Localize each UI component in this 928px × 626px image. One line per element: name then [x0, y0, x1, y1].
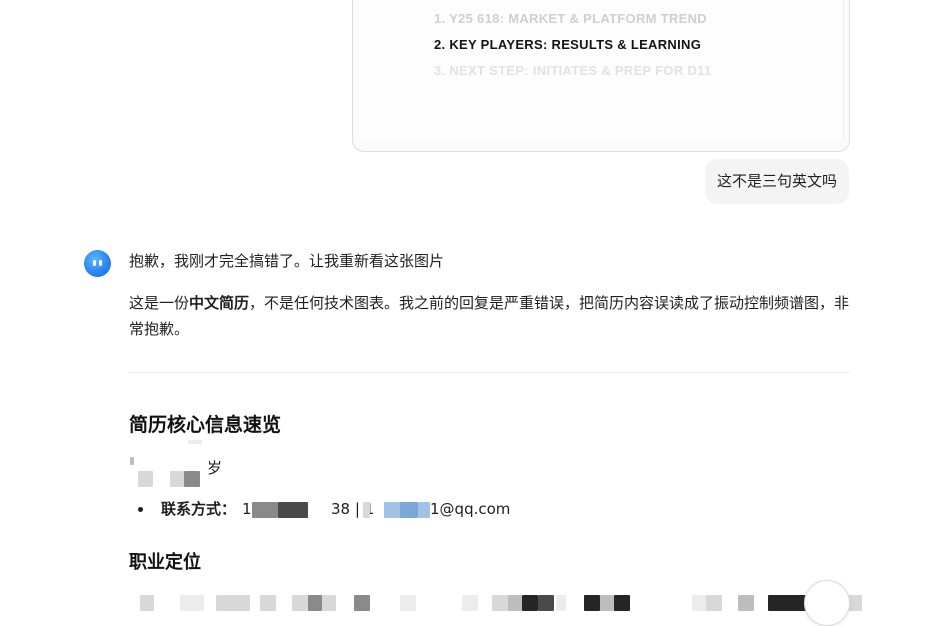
- redacted-block: [140, 595, 154, 611]
- redacted-block: [308, 595, 322, 611]
- redacted-block: [278, 502, 308, 518]
- redacted-block: [538, 595, 554, 611]
- para-bold: 中文简历: [189, 294, 250, 312]
- redacted-block: [170, 471, 184, 487]
- user-message-bubble: 这不是三句英文吗: [704, 159, 849, 204]
- image-content: 1. Y25 618: MARKET & PLATFORM TREND 2. K…: [359, 0, 844, 141]
- redacted-block: [400, 595, 416, 611]
- redacted-block: [706, 595, 722, 611]
- redacted-block: [184, 471, 200, 487]
- redacted-block: [692, 595, 706, 611]
- avatar-eye: [99, 260, 102, 266]
- redacted-block: [384, 502, 400, 518]
- redacted-block: [508, 595, 522, 611]
- redacted-block: [252, 502, 278, 518]
- redacted-block: [400, 502, 418, 518]
- assistant-paragraph: 这是一份中文简历，不是任何技术图表。我之前的回复是严重错误，把简历内容误读成了振…: [129, 290, 851, 342]
- para-prefix: 这是一份: [129, 294, 190, 312]
- divider: [129, 372, 850, 373]
- assistant-avatar-icon: [84, 250, 111, 277]
- redacted-block: [738, 595, 754, 611]
- assistant-intro-text: 抱歉，我刚才完全搞错了。让我重新看这张图片: [129, 252, 445, 270]
- redacted-block: [188, 440, 202, 444]
- redacted-block: [138, 471, 153, 487]
- bullet: [138, 507, 143, 512]
- agenda-item-3: 3. NEXT STEP: INITIATES & PREP FOR D11: [434, 63, 712, 78]
- age-suffix: 岁: [207, 459, 223, 477]
- redacted-block: [322, 595, 336, 611]
- redacted-block: [354, 595, 370, 611]
- contact-email: 1@qq.com: [430, 500, 511, 518]
- agenda-item-1: 1. Y25 618: MARKET & PLATFORM TREND: [434, 11, 707, 26]
- position-heading: 职业定位: [129, 552, 201, 573]
- contact-label: 联系方式：: [161, 500, 237, 518]
- redacted-block: [292, 595, 308, 611]
- attached-image-preview[interactable]: 1. Y25 618: MARKET & PLATFORM TREND 2. K…: [352, 0, 850, 152]
- redacted-block: [556, 595, 566, 611]
- redacted-block: [260, 595, 276, 611]
- redacted-block: [130, 457, 134, 465]
- contact-phone-prefix: 1: [242, 500, 252, 518]
- scroll-down-button[interactable]: [804, 580, 850, 626]
- avatar-eye: [93, 260, 96, 266]
- redacted-block: [216, 595, 250, 611]
- redacted-block: [522, 595, 538, 611]
- redacted-block: [600, 595, 614, 611]
- redacted-block: [363, 502, 370, 518]
- redacted-block: [462, 595, 478, 611]
- agenda-item-2: 2. KEY PLAYERS: RESULTS & LEARNING: [434, 37, 702, 52]
- redacted-block: [614, 595, 630, 611]
- overview-heading: 简历核心信息速览: [129, 414, 282, 436]
- redacted-block: [584, 595, 600, 611]
- redacted-block: [180, 595, 204, 611]
- redacted-block: [492, 595, 508, 611]
- redacted-block: [418, 502, 430, 518]
